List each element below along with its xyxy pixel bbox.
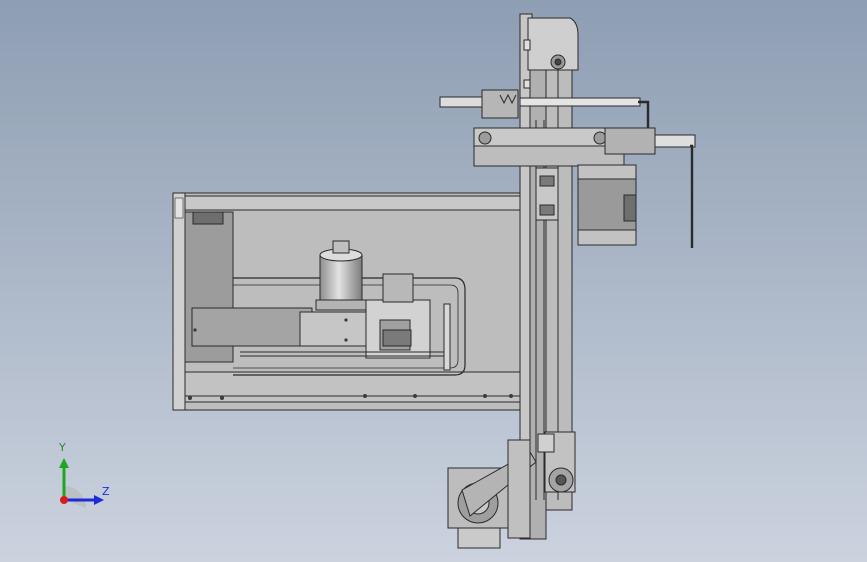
triad-axes-icon bbox=[59, 458, 104, 508]
x-axis-point bbox=[60, 496, 68, 504]
z-axis-label: Z bbox=[102, 485, 110, 498]
cad-viewport[interactable]: Y Z bbox=[0, 0, 867, 562]
y-axis-arrowhead bbox=[59, 458, 69, 468]
coordinate-triad: Y Z bbox=[40, 438, 130, 518]
cad-model-drawing[interactable] bbox=[0, 0, 867, 562]
bottom-motor-assembly bbox=[447, 439, 537, 549]
y-axis-label: Y bbox=[59, 441, 66, 454]
left-frame-assembly bbox=[172, 192, 527, 411]
